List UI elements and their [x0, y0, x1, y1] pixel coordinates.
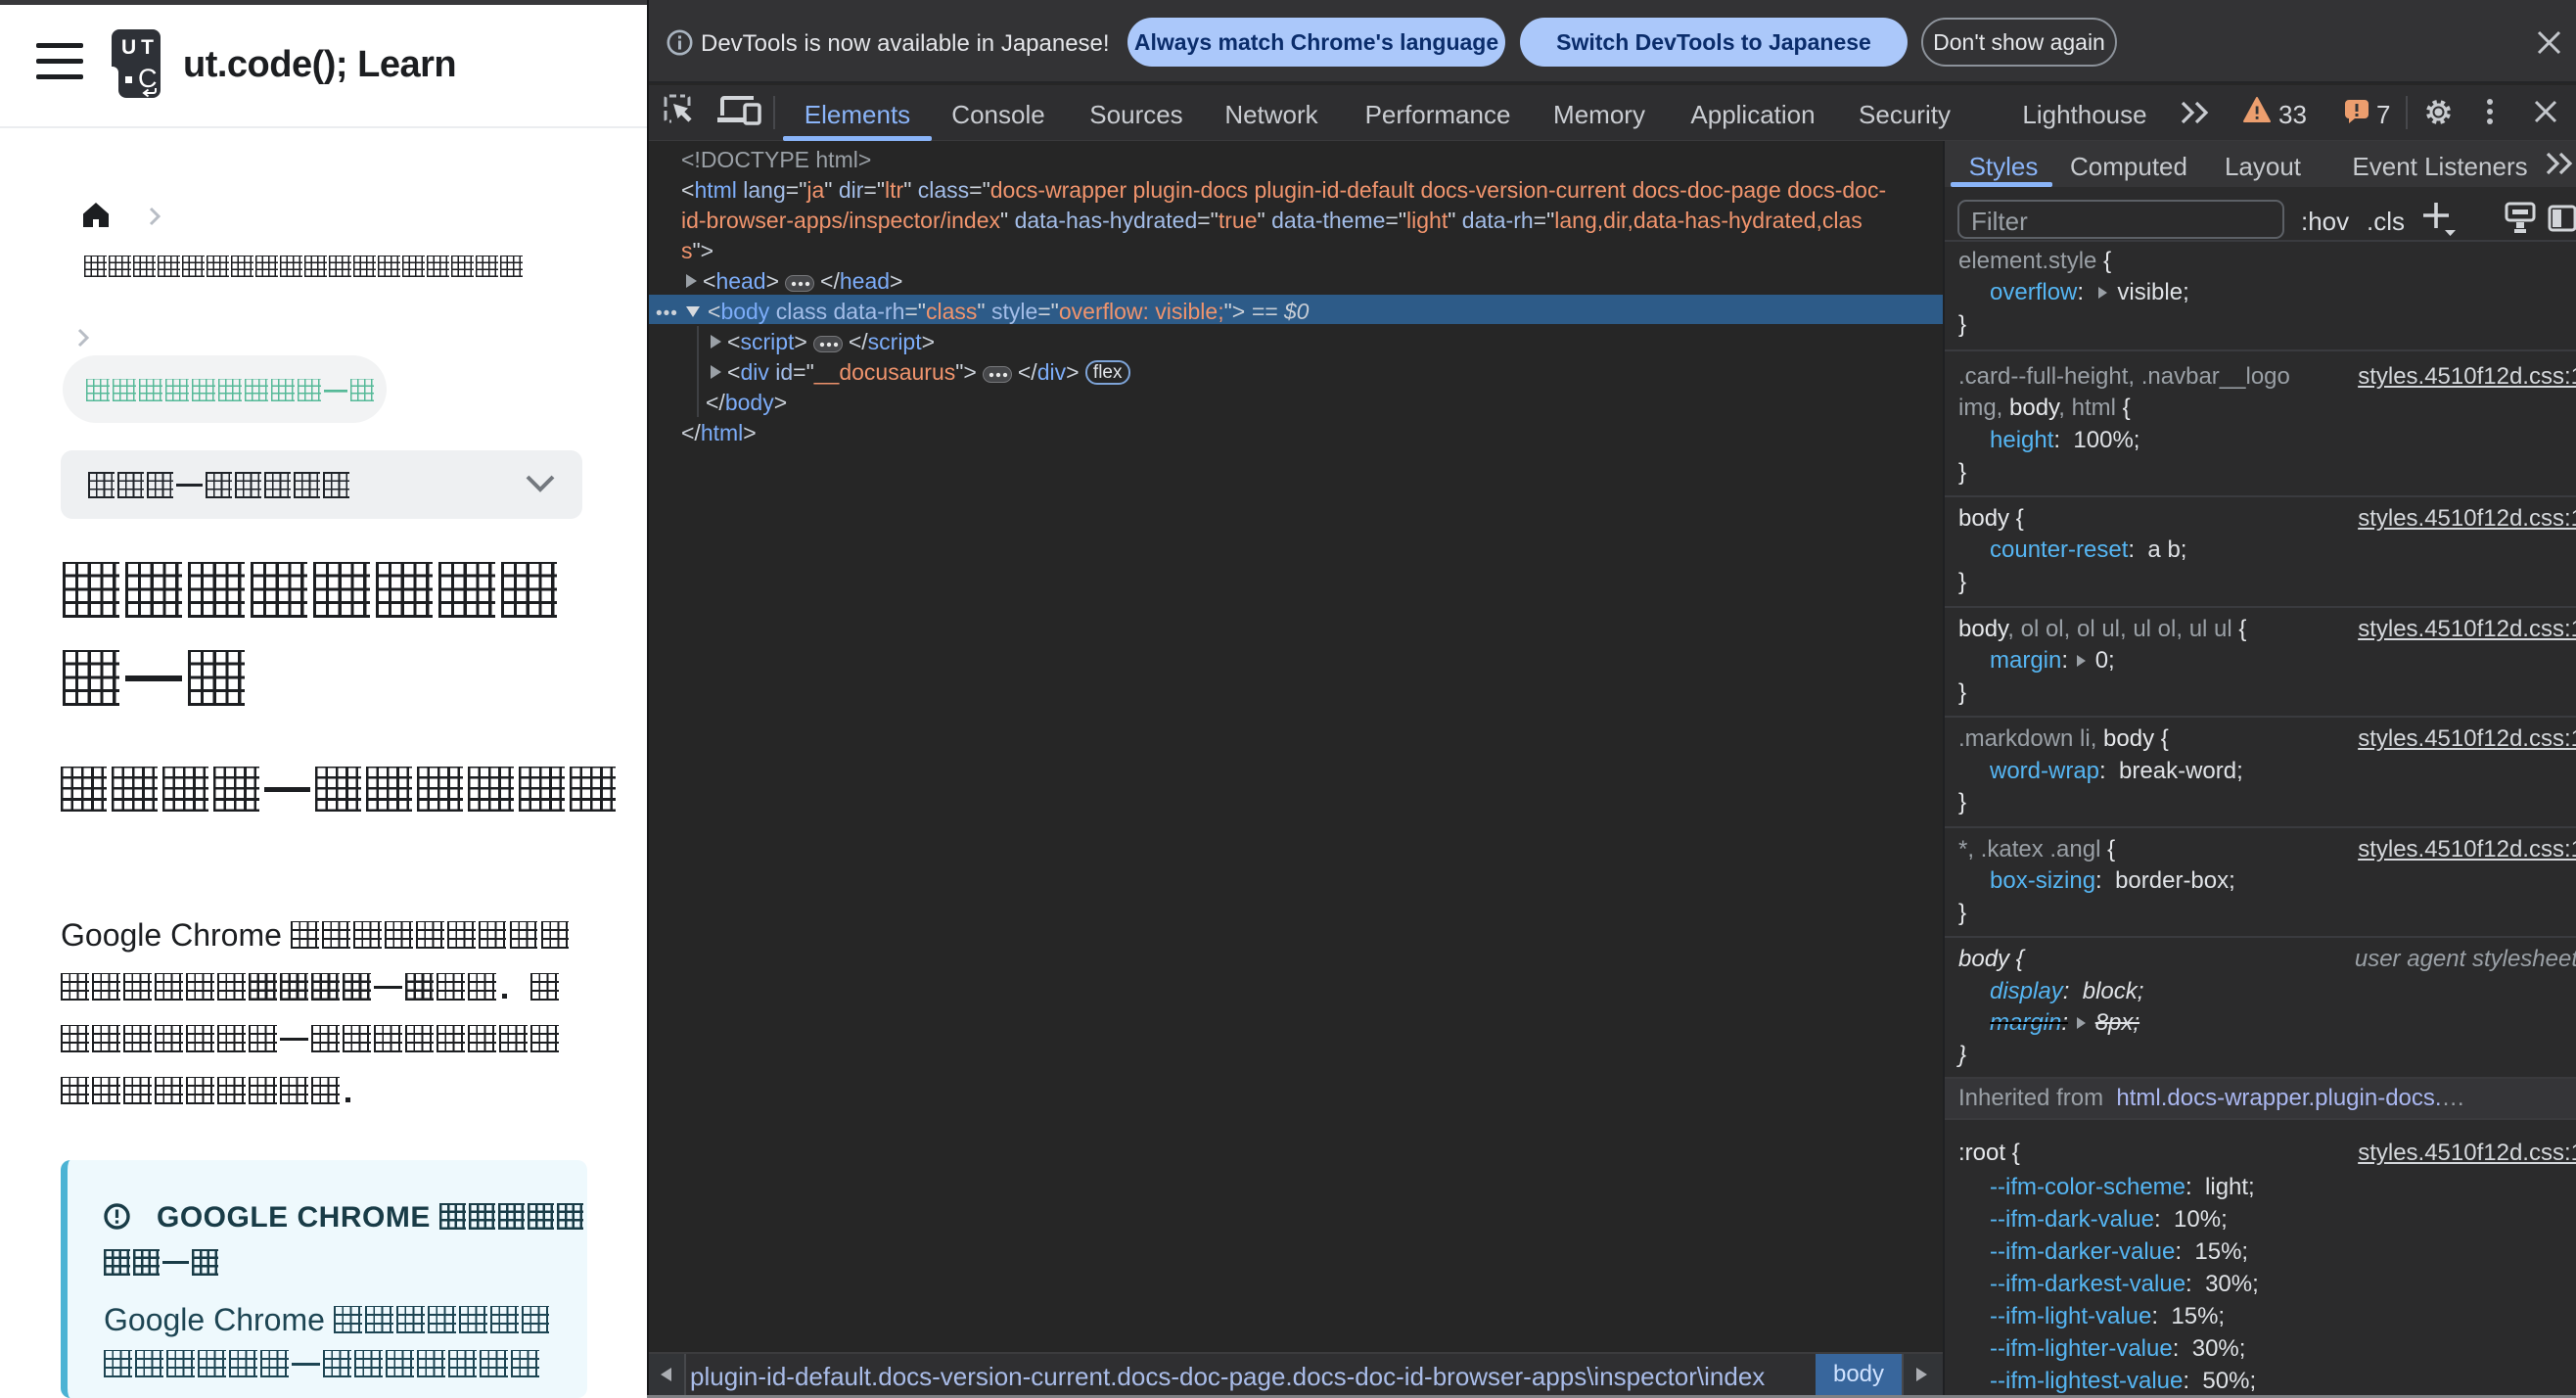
- svg-text:C: C: [138, 64, 158, 93]
- svg-text:UT: UT: [121, 36, 159, 59]
